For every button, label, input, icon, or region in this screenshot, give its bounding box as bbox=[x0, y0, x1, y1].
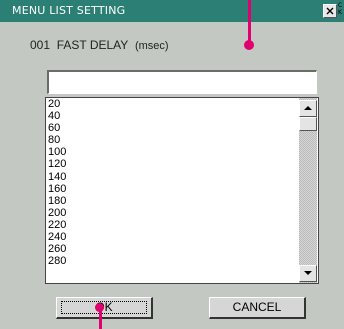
list-item[interactable]: 60 bbox=[48, 122, 66, 134]
ok-button[interactable]: OK bbox=[56, 297, 153, 319]
title-side-text: C K bbox=[338, 2, 343, 16]
scroll-thumb[interactable] bbox=[299, 117, 317, 131]
arrow-up-icon bbox=[304, 106, 312, 110]
title-bar: MENU LIST SETTING C K bbox=[0, 0, 344, 22]
scroll-down-button[interactable] bbox=[299, 265, 317, 282]
setting-name: FAST DELAY bbox=[56, 38, 129, 52]
value-listbox[interactable]: 20 40 60 80 100 120 140 160 180 200 220 240 260 280 bbox=[45, 97, 319, 284]
scroll-up-button[interactable] bbox=[299, 100, 317, 117]
arrow-down-icon bbox=[304, 271, 312, 275]
menu-list-setting-dialog: MENU LIST SETTING C K 001 FAST DELAY (ms… bbox=[0, 0, 344, 329]
setting-code: 001 bbox=[30, 38, 51, 52]
vertical-scrollbar[interactable] bbox=[299, 98, 317, 283]
annotation-marker-dot-bottom bbox=[95, 303, 104, 312]
list-items: 20 40 60 80 100 120 140 160 180 200 220 240 260 280 bbox=[48, 98, 66, 267]
window-title: MENU LIST SETTING bbox=[12, 4, 126, 17]
setting-heading: 001 FAST DELAY (msec) bbox=[30, 38, 169, 52]
list-item[interactable]: 20 bbox=[48, 98, 66, 110]
list-item[interactable]: 140 bbox=[48, 171, 66, 183]
focus-rectangle bbox=[61, 301, 147, 314]
annotation-marker-dot bbox=[244, 40, 254, 50]
list-item[interactable]: 180 bbox=[48, 195, 66, 207]
list-item[interactable]: 40 bbox=[48, 110, 66, 122]
list-item[interactable]: 160 bbox=[48, 183, 66, 195]
list-item[interactable]: 120 bbox=[48, 158, 66, 170]
setting-unit: (msec) bbox=[134, 40, 169, 52]
list-item[interactable]: 100 bbox=[48, 146, 66, 158]
value-input[interactable] bbox=[47, 70, 317, 94]
list-item[interactable]: 220 bbox=[48, 219, 66, 231]
close-icon bbox=[326, 7, 334, 15]
annotation-marker-line bbox=[248, 0, 251, 42]
list-item[interactable]: 200 bbox=[48, 207, 66, 219]
list-item[interactable]: 240 bbox=[48, 231, 66, 243]
list-item[interactable]: 260 bbox=[48, 243, 66, 255]
cancel-button[interactable]: CANCEL bbox=[209, 297, 306, 319]
list-item[interactable]: 280 bbox=[48, 255, 66, 267]
cancel-button-label: CANCEL bbox=[232, 300, 282, 314]
close-button[interactable] bbox=[323, 4, 337, 18]
list-item[interactable]: 80 bbox=[48, 134, 66, 146]
